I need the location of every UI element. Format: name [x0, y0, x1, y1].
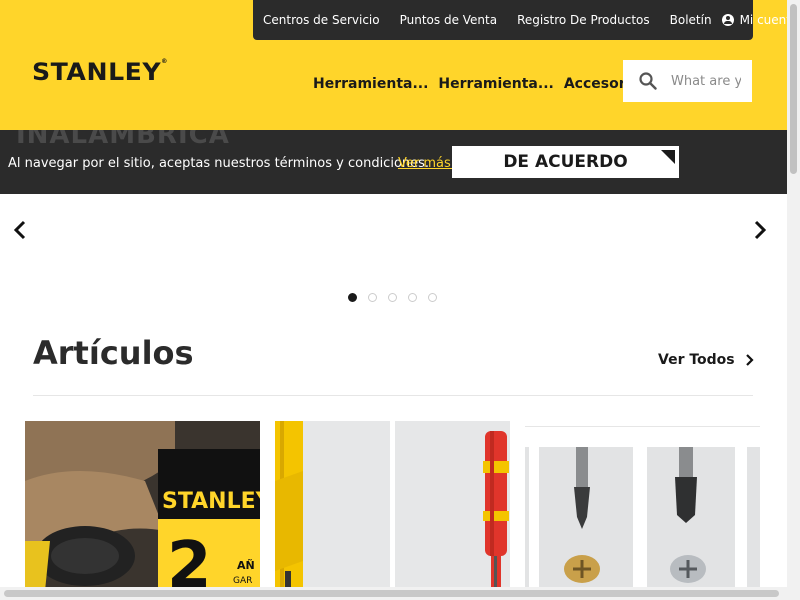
articles-heading: Artículos: [33, 334, 194, 372]
carousel-dot[interactable]: [348, 293, 357, 302]
carousel-dot[interactable]: [388, 293, 397, 302]
horizontal-scrollbar[interactable]: [0, 587, 787, 600]
screw-bits-image: [525, 427, 760, 596]
carousel-dot[interactable]: [368, 293, 377, 302]
points-of-sale-link[interactable]: Puntos de Venta: [400, 13, 498, 27]
promo-image: STANLEY 2 AÑ GAR: [25, 421, 260, 591]
carousel-dots: [348, 293, 448, 302]
article-card[interactable]: STANLEY 2 AÑ GAR: [25, 421, 260, 591]
cookie-message: Al navegar por el sitio, aceptas nuestro…: [8, 156, 430, 171]
promo-guarantee: GAR: [233, 576, 252, 586]
nav-item-hand-tools[interactable]: Herramienta...: [438, 76, 553, 92]
stanley-logo[interactable]: STANLEY®: [32, 58, 168, 86]
view-all-label: Ver Todos: [658, 352, 735, 368]
screwdrivers-image: [275, 421, 510, 591]
carousel-dot[interactable]: [408, 293, 417, 302]
site-header: Centros de Servicio Puntos de Venta Regi…: [0, 0, 798, 130]
carousel-prev-icon[interactable]: [10, 220, 30, 240]
cookie-banner: INALÁMBRICA Al navegar por el sitio, ace…: [0, 130, 787, 194]
search-input[interactable]: [671, 73, 741, 89]
main-nav: Herramienta... Herramienta... Accesorios: [313, 76, 658, 92]
nav-item-power-tools[interactable]: Herramienta...: [313, 76, 428, 92]
cookie-more-link[interactable]: Ver más.: [398, 156, 455, 171]
article-card[interactable]: [525, 426, 760, 596]
scrollbar-thumb[interactable]: [790, 4, 797, 174]
newsletter-link[interactable]: Boletín: [670, 13, 712, 27]
cookie-accept-button[interactable]: DE ACUERDO: [452, 146, 679, 178]
carousel-next-icon[interactable]: [750, 220, 770, 240]
search-icon[interactable]: [639, 72, 657, 90]
promo-brand: STANLEY: [162, 489, 260, 514]
promo-years: AÑ: [237, 559, 255, 572]
product-registration-link[interactable]: Registro De Productos: [517, 13, 650, 27]
carousel-dot[interactable]: [428, 293, 437, 302]
user-icon: [721, 14, 734, 26]
article-card[interactable]: [275, 421, 510, 591]
vertical-scrollbar[interactable]: [787, 0, 800, 600]
utility-bar: Centros de Servicio Puntos de Venta Regi…: [253, 0, 798, 40]
divider: [33, 395, 753, 396]
hero-partial-heading: INALÁMBRICA: [16, 130, 230, 150]
chevron-right-icon: [745, 354, 754, 366]
search-box: [623, 60, 752, 102]
promo-number: 2: [167, 529, 212, 591]
service-centers-link[interactable]: Centros de Servicio: [263, 13, 380, 27]
scrollbar-thumb[interactable]: [4, 590, 779, 597]
view-all-link[interactable]: Ver Todos: [658, 352, 755, 368]
